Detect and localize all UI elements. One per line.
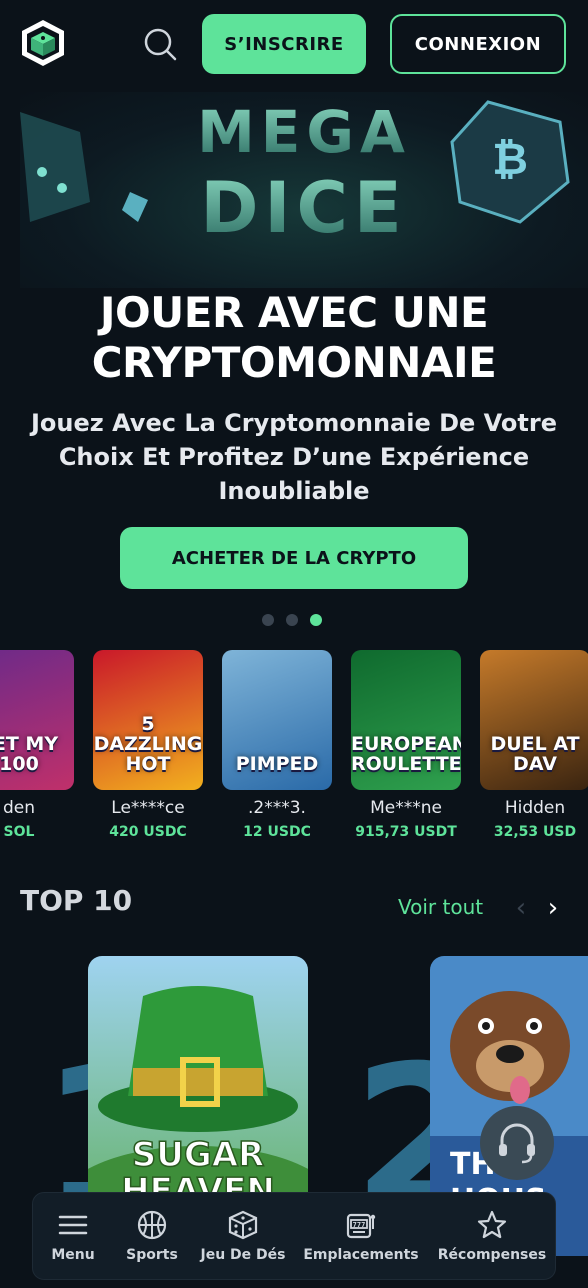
hero-art-text-dice: DICE — [200, 167, 407, 249]
hero-title: JOUER AVEC UNE CRYPTOMONNAIE — [0, 288, 588, 388]
nav-label: Jeu De Dés — [200, 1247, 286, 1263]
game-thumbnail[interactable]: DUEL AT DAV — [480, 650, 588, 790]
star-icon — [477, 1210, 507, 1239]
recent-win-card[interactable]: PIMPED .2***3. 12 USDC — [222, 650, 332, 840]
carousel-dot[interactable] — [286, 614, 298, 626]
game-title: 5 DAZZLING HOT — [93, 713, 203, 775]
chevron-left-icon[interactable]: ‹ — [510, 894, 532, 922]
nav-item-sports[interactable]: Sports — [113, 1193, 191, 1281]
hero-title-line1: JOUER AVEC UNE — [99, 288, 489, 337]
recent-win-card[interactable]: EUROPEAN ROULETTE Me***ne 915,73 USDT — [351, 650, 461, 840]
carousel-dot[interactable] — [262, 614, 274, 626]
win-amount: SOL — [3, 824, 35, 840]
buy-crypto-button[interactable]: ACHETER DE LA CRYPTO — [120, 527, 468, 589]
see-all-link[interactable]: Voir tout — [398, 895, 483, 919]
winner-username: .2***3. — [248, 798, 306, 818]
recent-win-card[interactable]: EET MY 100 den SOL — [0, 650, 74, 840]
recent-wins-strip: EET MY 100 den SOL 5 DAZZLING HOT Le****ce 42… — [0, 650, 588, 850]
win-amount: 32,53 USD — [493, 824, 577, 840]
nav-label: Emplacements — [303, 1247, 419, 1263]
hero-banner-image: ₿ MEGA DICE — [20, 92, 588, 288]
game-title: PIMPED — [235, 753, 319, 775]
recent-win-card[interactable]: 5 DAZZLING HOT Le****ce 420 USDC — [93, 650, 203, 840]
hero-subtitle: Jouez Avec La Cryptomonnaie De Votre Cho… — [30, 409, 558, 505]
nav-item-rewards[interactable]: Récompenses — [427, 1193, 557, 1281]
bottom-navigation: Menu Sports Jeu De Dés 777 Emplacements … — [32, 1192, 556, 1280]
winner-username: Le****ce — [111, 798, 185, 818]
basketball-icon — [137, 1210, 167, 1240]
win-amount: 420 USDC — [109, 824, 187, 840]
dice-icon — [228, 1210, 258, 1240]
game-thumbnail[interactable]: EUROPEAN ROULETTE — [351, 650, 461, 790]
menu-icon — [58, 1215, 88, 1235]
game-name-line1: SUGAR — [132, 1135, 265, 1175]
svg-text:777: 777 — [353, 1221, 366, 1229]
nav-item-menu[interactable]: Menu — [33, 1193, 113, 1281]
hero-title-line2: CRYPTOMONNAIE — [91, 338, 497, 387]
carousel-dots — [262, 614, 322, 626]
winner-username: Hidden — [504, 798, 566, 818]
search-icon[interactable] — [138, 22, 182, 66]
game-title: EET MY 100 — [0, 733, 59, 775]
headset-icon[interactable] — [480, 1106, 554, 1180]
svg-text:₿: ₿ — [492, 134, 528, 185]
nav-label: Récompenses — [437, 1247, 547, 1263]
winner-username: Me***ne — [370, 798, 442, 818]
slot-machine-icon: 777 — [346, 1213, 376, 1239]
game-thumbnail[interactable]: 5 DAZZLING HOT — [93, 650, 203, 790]
nav-item-slots[interactable]: 777 Emplacements — [295, 1193, 427, 1281]
game-title: DUEL AT DAV — [490, 733, 580, 775]
carousel-dot[interactable] — [310, 614, 322, 626]
nav-item-dice[interactable]: Jeu De Dés — [191, 1193, 295, 1281]
recent-win-card[interactable]: DUEL AT DAV Hidden 32,53 USD — [480, 650, 588, 840]
signup-button[interactable]: S’INSCRIRE — [202, 14, 366, 74]
login-button[interactable]: CONNEXION — [390, 14, 566, 74]
game-title: EUROPEAN ROULETTE — [351, 733, 461, 775]
dice-hexagon-logo-icon[interactable] — [18, 18, 68, 68]
win-amount: 12 USDC — [243, 824, 311, 840]
winner-username: den — [2, 798, 36, 818]
nav-label: Menu — [51, 1247, 95, 1263]
hero-art-text-mega: MEGA — [197, 98, 411, 166]
chevron-right-icon[interactable]: › — [542, 894, 564, 922]
win-amount: 915,73 USDT — [355, 824, 457, 840]
top10-title: TOP 10 — [20, 884, 133, 917]
game-thumbnail[interactable]: EET MY 100 — [0, 650, 74, 790]
header: S’INSCRIRE CONNEXION — [0, 0, 588, 88]
nav-label: Sports — [126, 1247, 178, 1263]
game-thumbnail[interactable]: PIMPED — [222, 650, 332, 790]
